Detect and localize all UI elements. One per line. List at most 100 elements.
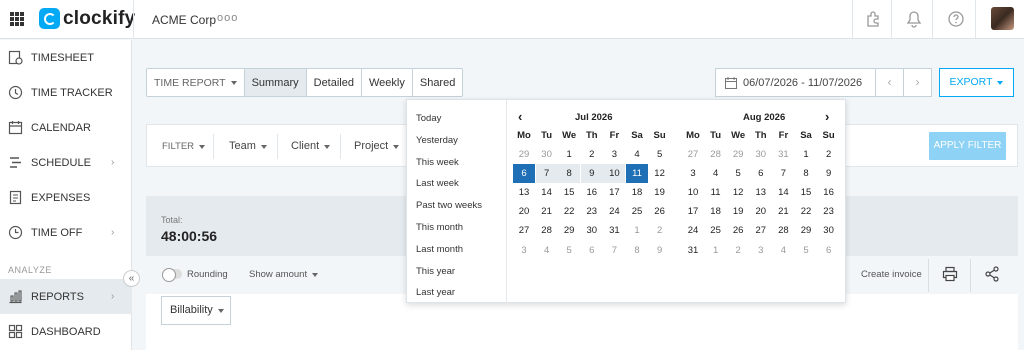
sidebar-item-time-off[interactable]: TIME OFF › <box>0 215 132 250</box>
preset-item[interactable]: This year <box>416 266 455 277</box>
calendar-day[interactable]: 6 <box>581 241 603 260</box>
calendar-day[interactable]: 9 <box>818 164 840 183</box>
calendar-day[interactable]: 28 <box>536 221 558 240</box>
calendar-day[interactable]: 1 <box>558 145 580 164</box>
calendar-day[interactable]: 8 <box>626 241 648 260</box>
calendar-day[interactable]: 10 <box>682 183 704 202</box>
filter-dropdown[interactable]: FILTER <box>162 141 206 152</box>
calendar-day[interactable]: 9 <box>649 241 671 260</box>
calendar-day[interactable]: 8 <box>558 164 581 184</box>
date-range-picker[interactable]: 06/07/2026 - 11/07/2026 <box>715 68 876 97</box>
calendar-day[interactable]: 5 <box>649 145 671 164</box>
calendar-day[interactable]: 30 <box>818 221 840 240</box>
apply-filter-button[interactable]: APPLY FILTER <box>929 132 1006 160</box>
calendar-day[interactable]: 3 <box>513 241 535 260</box>
calendar-day[interactable]: 7 <box>772 164 794 183</box>
filter-client[interactable]: Client <box>291 140 331 152</box>
sidebar-item-reports[interactable]: REPORTS › <box>0 279 132 314</box>
preset-item[interactable]: Last year <box>416 287 455 298</box>
calendar-day[interactable]: 22 <box>558 202 580 221</box>
calendar-day[interactable]: 9 <box>580 164 603 184</box>
app-logo[interactable]: clockify <box>63 8 135 30</box>
calendar-day[interactable]: 2 <box>727 241 749 260</box>
calendar-day[interactable]: 14 <box>772 183 794 202</box>
calendar-day[interactable]: 27 <box>682 145 704 164</box>
calendar-day[interactable]: 27 <box>750 221 772 240</box>
calendar-day[interactable]: 2 <box>818 145 840 164</box>
calendar-day[interactable]: 30 <box>581 221 603 240</box>
calendar-day[interactable]: 29 <box>513 145 535 164</box>
print-icon[interactable] <box>942 266 958 282</box>
apps-grid-icon[interactable] <box>10 12 24 26</box>
export-button[interactable]: EXPORT <box>939 68 1014 97</box>
next-period-button[interactable]: › <box>903 68 932 97</box>
calendar-day[interactable]: 1 <box>626 221 648 240</box>
calendar-day[interactable]: 21 <box>772 202 794 221</box>
collapse-sidebar-button[interactable]: « <box>123 270 140 287</box>
filter-project[interactable]: Project <box>354 140 400 152</box>
calendar-day[interactable]: 15 <box>558 183 580 202</box>
calendar-day[interactable]: 25 <box>705 221 727 240</box>
calendar-day[interactable]: 31 <box>682 241 704 260</box>
calendar-day[interactable]: 7 <box>603 241 625 260</box>
calendar-day[interactable]: 11 <box>705 183 727 202</box>
calendar-day[interactable]: 25 <box>626 202 648 221</box>
workspace-name[interactable]: ACME Corp <box>152 13 216 27</box>
calendar-day[interactable]: 19 <box>727 202 749 221</box>
preset-item[interactable]: Past two weeks <box>416 200 482 211</box>
preset-item[interactable]: This week <box>416 157 459 168</box>
calendar-day[interactable]: 3 <box>750 241 772 260</box>
calendar-day[interactable]: 13 <box>513 183 535 202</box>
calendar-day[interactable]: 5 <box>558 241 580 260</box>
prev-month-arrow-icon[interactable]: ‹ <box>518 109 522 124</box>
tab-weekly[interactable]: Weekly <box>362 69 413 96</box>
calendar-day[interactable]: 4 <box>705 164 727 183</box>
calendar-day[interactable]: 20 <box>750 202 772 221</box>
preset-item[interactable]: Today <box>416 113 441 124</box>
calendar-day[interactable]: 4 <box>772 241 794 260</box>
sidebar-item-timesheet[interactable]: TIMESHEET <box>0 40 132 75</box>
calendar-day[interactable]: 31 <box>772 145 794 164</box>
calendar-day[interactable]: 6 <box>750 164 772 183</box>
sidebar-item-calendar[interactable]: CALENDAR <box>0 110 132 145</box>
calendar-day[interactable]: 14 <box>536 183 558 202</box>
group-by-dropdown[interactable]: Billability <box>161 296 231 325</box>
calendar-day[interactable]: 5 <box>795 241 817 260</box>
calendar-day[interactable]: 11 <box>626 164 648 184</box>
more-options-icon[interactable]: ooo <box>217 12 238 24</box>
preset-item[interactable]: This month <box>416 222 463 233</box>
help-icon[interactable] <box>947 10 965 28</box>
calendar-day[interactable]: 30 <box>750 145 772 164</box>
sidebar-item-dashboard[interactable]: DASHBOARD <box>0 314 132 349</box>
calendar-day[interactable]: 6 <box>818 241 840 260</box>
calendar-day[interactable]: 12 <box>727 183 749 202</box>
tab-shared[interactable]: Shared <box>413 69 462 96</box>
calendar-day[interactable]: 29 <box>795 221 817 240</box>
calendar-day[interactable]: 24 <box>682 221 704 240</box>
calendar-day[interactable]: 7 <box>535 164 558 184</box>
user-avatar[interactable] <box>991 7 1014 30</box>
preset-item[interactable]: Last month <box>416 244 463 255</box>
tab-summary[interactable]: Summary <box>244 69 307 96</box>
calendar-day[interactable]: 15 <box>795 183 817 202</box>
create-invoice-link[interactable]: Create invoice <box>861 269 922 280</box>
report-type-dropdown[interactable]: TIME REPORT <box>147 69 245 96</box>
share-icon[interactable] <box>984 266 1000 282</box>
calendar-day[interactable]: 1 <box>705 241 727 260</box>
calendar-day[interactable]: 23 <box>818 202 840 221</box>
bell-icon[interactable] <box>905 10 923 28</box>
next-month-arrow-icon[interactable]: › <box>825 109 829 124</box>
calendar-day[interactable]: 28 <box>705 145 727 164</box>
puzzle-icon[interactable] <box>864 10 882 28</box>
calendar-day[interactable]: 16 <box>818 183 840 202</box>
calendar-day[interactable]: 12 <box>649 164 671 183</box>
calendar-day[interactable]: 22 <box>795 202 817 221</box>
rounding-toggle[interactable] <box>162 268 182 282</box>
calendar-day[interactable]: 5 <box>727 164 749 183</box>
sidebar-item-schedule[interactable]: SCHEDULE › <box>0 145 132 180</box>
calendar-day[interactable]: 27 <box>513 221 535 240</box>
calendar-day[interactable]: 31 <box>603 221 625 240</box>
preset-item[interactable]: Last week <box>416 178 459 189</box>
preset-item[interactable]: Yesterday <box>416 135 458 146</box>
calendar-day[interactable]: 19 <box>649 183 671 202</box>
